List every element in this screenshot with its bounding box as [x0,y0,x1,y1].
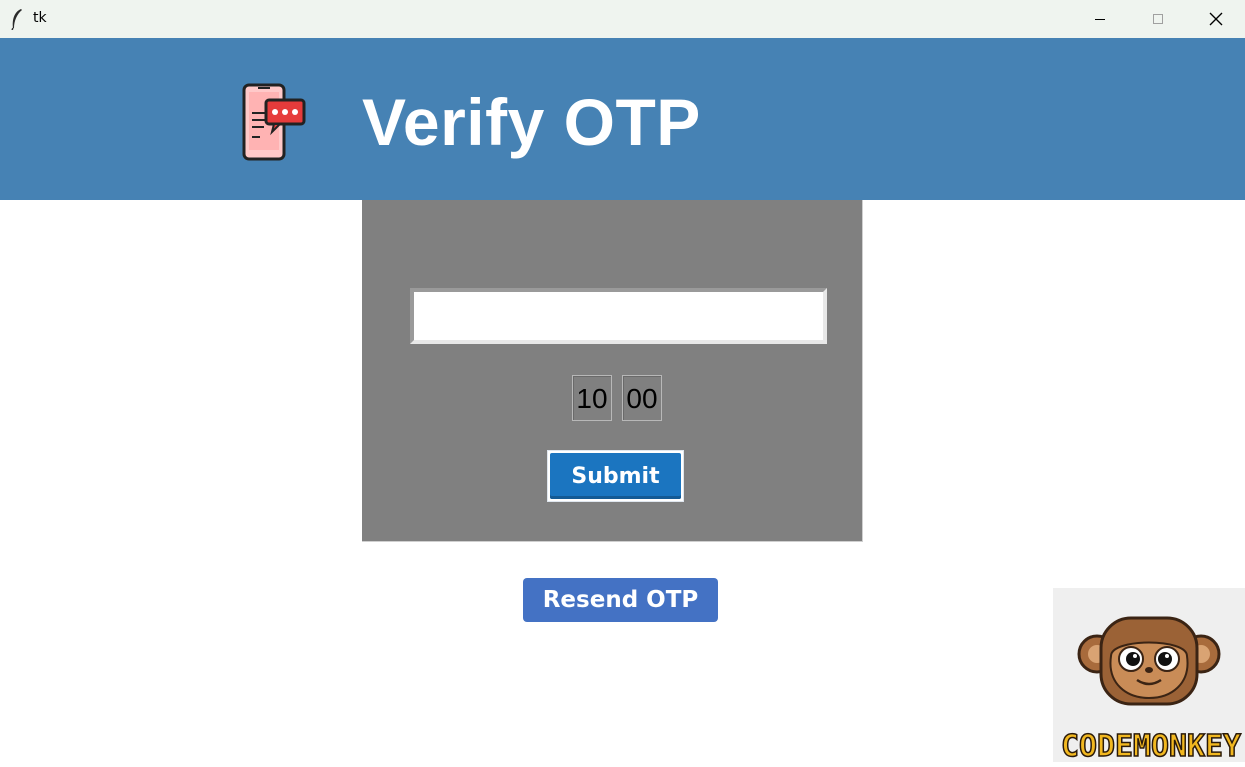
otp-card: 10 00 Submit [362,200,863,542]
resend-otp-button[interactable]: Resend OTP [523,578,718,622]
submit-button-label: Submit [550,453,681,499]
window-titlebar: tk [0,0,1245,38]
timer-seconds: 00 [622,375,662,421]
header-banner: Verify OTP [0,38,1245,200]
minimize-button[interactable] [1071,0,1129,38]
submit-button[interactable]: Submit [547,450,684,502]
window-title: tk [33,10,47,26]
close-button[interactable] [1187,0,1245,38]
close-icon [1209,12,1223,26]
timer-minutes: 10 [572,375,612,421]
monkey-logo-image: CODEMONKEY [1060,616,1242,765]
minimize-icon [1095,19,1105,20]
maximize-button[interactable] [1129,0,1187,38]
codemonkey-logo: CODEMONKEY [1053,588,1245,765]
page-title: Verify OTP [362,85,701,159]
tk-feather-icon [11,9,22,30]
otp-input[interactable] [410,288,827,344]
logo-wordmark: CODEMONKEY [1061,729,1241,762]
phone-otp-icon [242,83,306,161]
maximize-icon [1153,14,1163,24]
